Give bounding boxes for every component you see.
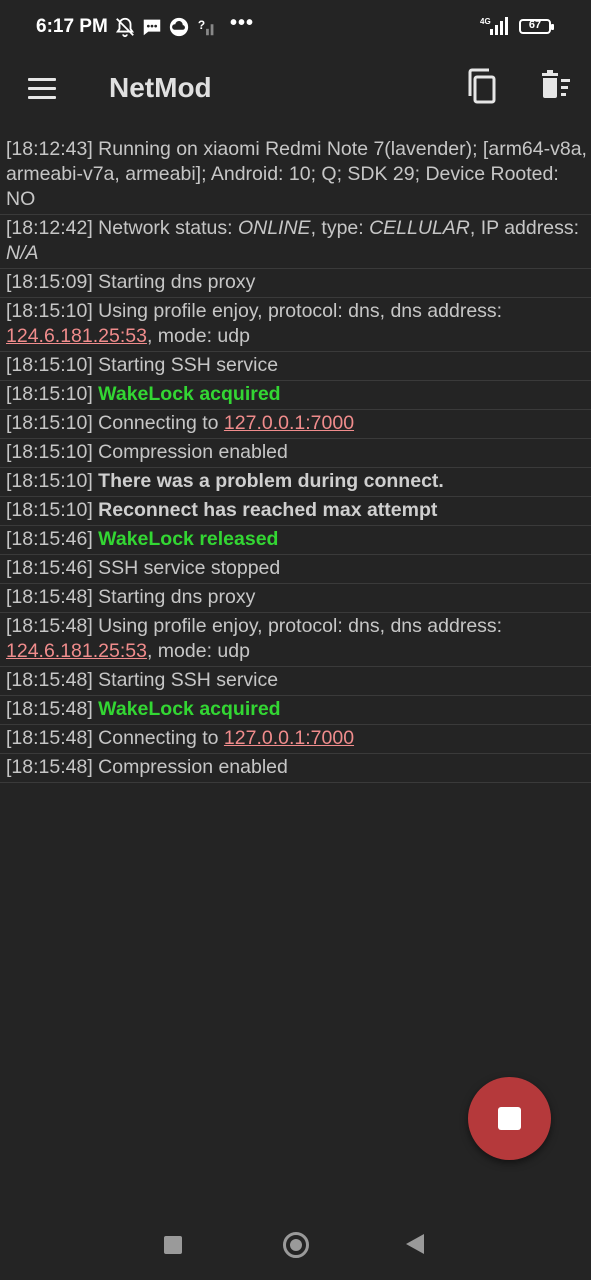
log-text: [18:15:48] Connecting to (6, 727, 224, 749)
log-text: [18:15:48] Compression enabled (6, 756, 288, 778)
log-text: , type: (310, 217, 370, 239)
log-address-link[interactable]: 124.6.181.25:53 (6, 325, 147, 347)
more-notifications: ••• (230, 12, 255, 34)
log-entry: [18:15:48] WakeLock acquired (0, 696, 591, 725)
clear-log-button[interactable] (534, 66, 574, 106)
log-text: Reconnect has reached max attempt (98, 499, 438, 521)
log-text: [18:15:10] (6, 383, 99, 405)
log-text: , IP address: (469, 217, 580, 239)
log-text: [18:15:48] Starting SSH service (6, 669, 279, 691)
log-text: [18:15:48] (6, 698, 99, 720)
stop-icon (498, 1107, 521, 1130)
log-text: ONLINE (237, 217, 311, 239)
log-text: , mode: udp (146, 640, 250, 662)
log-text: CELLULAR (369, 217, 470, 239)
log-address-link[interactable]: 127.0.0.1:7000 (224, 727, 354, 749)
log-entry: [18:15:10] Connecting to 127.0.0.1:7000 (0, 410, 591, 439)
network-type: 4G (480, 17, 491, 26)
log-entry: [18:15:48] Connecting to 127.0.0.1:7000 (0, 725, 591, 754)
log-entry: [18:15:48] Using profile enjoy, protocol… (0, 613, 591, 667)
copy-log-button[interactable] (462, 66, 502, 106)
log-text: WakeLock released (98, 528, 279, 550)
stop-button[interactable] (468, 1077, 551, 1160)
back-icon[interactable] (406, 1234, 424, 1254)
log-text: WakeLock acquired (98, 698, 281, 720)
log-entry: [18:15:48] Starting SSH service (0, 667, 591, 696)
log-entry: [18:15:48] Starting dns proxy (0, 584, 591, 613)
log-text: [18:15:48] Starting dns proxy (6, 586, 256, 608)
log-text: WakeLock acquired (98, 383, 281, 405)
status-bar: 6:17 PM ? ••• 4G 67 (0, 0, 591, 56)
log-text: [18:15:10] (6, 470, 99, 492)
log-text: [18:15:10] Compression enabled (6, 441, 288, 463)
app-title: NetMod (109, 72, 212, 103)
log-text: [18:12:42] Network status: (6, 217, 238, 239)
log-entry: [18:15:10] Compression enabled (0, 439, 591, 468)
battery-level: 67 (528, 19, 542, 31)
log-text: , mode: udp (146, 325, 250, 347)
log-entry: [18:12:43] Running on xiaomi Redmi Note … (0, 136, 591, 215)
log-entry: [18:15:09] Starting dns proxy (0, 269, 591, 298)
log-entry: [18:15:48] Compression enabled (0, 754, 591, 783)
cloud-icon (169, 17, 189, 37)
menu-icon (28, 78, 56, 81)
log-entry: [18:15:10] There was a problem during co… (0, 468, 591, 497)
svg-text:?: ? (198, 18, 205, 32)
log-text: [18:15:09] Starting dns proxy (6, 271, 256, 293)
log-entry: [18:15:10] Reconnect has reached max att… (0, 497, 591, 526)
app-bar: NetMod (0, 56, 591, 128)
log-text: [18:15:10] Using profile enjoy, protocol… (6, 300, 503, 322)
menu-button[interactable] (22, 68, 62, 108)
battery-icon: 67 (519, 19, 554, 34)
log-text: [18:15:10] (6, 499, 99, 521)
log-entry: [18:12:42] Network status: ONLINE, type:… (0, 215, 591, 269)
wifi-unknown-icon: ? (198, 18, 214, 36)
bell-off-icon (115, 17, 135, 38)
delete-sweep-icon (542, 70, 570, 98)
log-text: [18:15:10] Starting SSH service (6, 354, 279, 376)
log-text: There was a problem during connect. (98, 470, 444, 492)
log-entry: [18:15:46] WakeLock released (0, 526, 591, 555)
message-icon (143, 19, 161, 36)
home-icon[interactable] (283, 1232, 309, 1258)
log-entry: [18:15:46] SSH service stopped (0, 555, 591, 584)
log-entry: [18:15:10] Using profile enjoy, protocol… (0, 298, 591, 352)
log-address-link[interactable]: 124.6.181.25:53 (6, 640, 147, 662)
log-list[interactable]: [18:12:43] Running on xiaomi Redmi Note … (0, 136, 591, 783)
log-text: N/A (6, 242, 39, 264)
log-text: [18:15:46] SSH service stopped (6, 557, 281, 579)
log-address-link[interactable]: 127.0.0.1:7000 (224, 412, 354, 434)
log-text: [18:15:48] Using profile enjoy, protocol… (6, 615, 503, 637)
log-text: [18:12:43] Running on xiaomi Redmi Note … (6, 138, 587, 210)
navigation-bar (0, 1210, 591, 1280)
log-entry: [18:15:10] WakeLock acquired (0, 381, 591, 410)
status-time: 6:17 PM (36, 16, 108, 37)
log-text: [18:15:10] Connecting to (6, 412, 224, 434)
recent-apps-icon[interactable] (164, 1236, 182, 1254)
log-entry: [18:15:10] Starting SSH service (0, 352, 591, 381)
signal-icon: 4G (480, 17, 508, 35)
copy-icon (468, 68, 496, 104)
log-text: [18:15:46] (6, 528, 99, 550)
